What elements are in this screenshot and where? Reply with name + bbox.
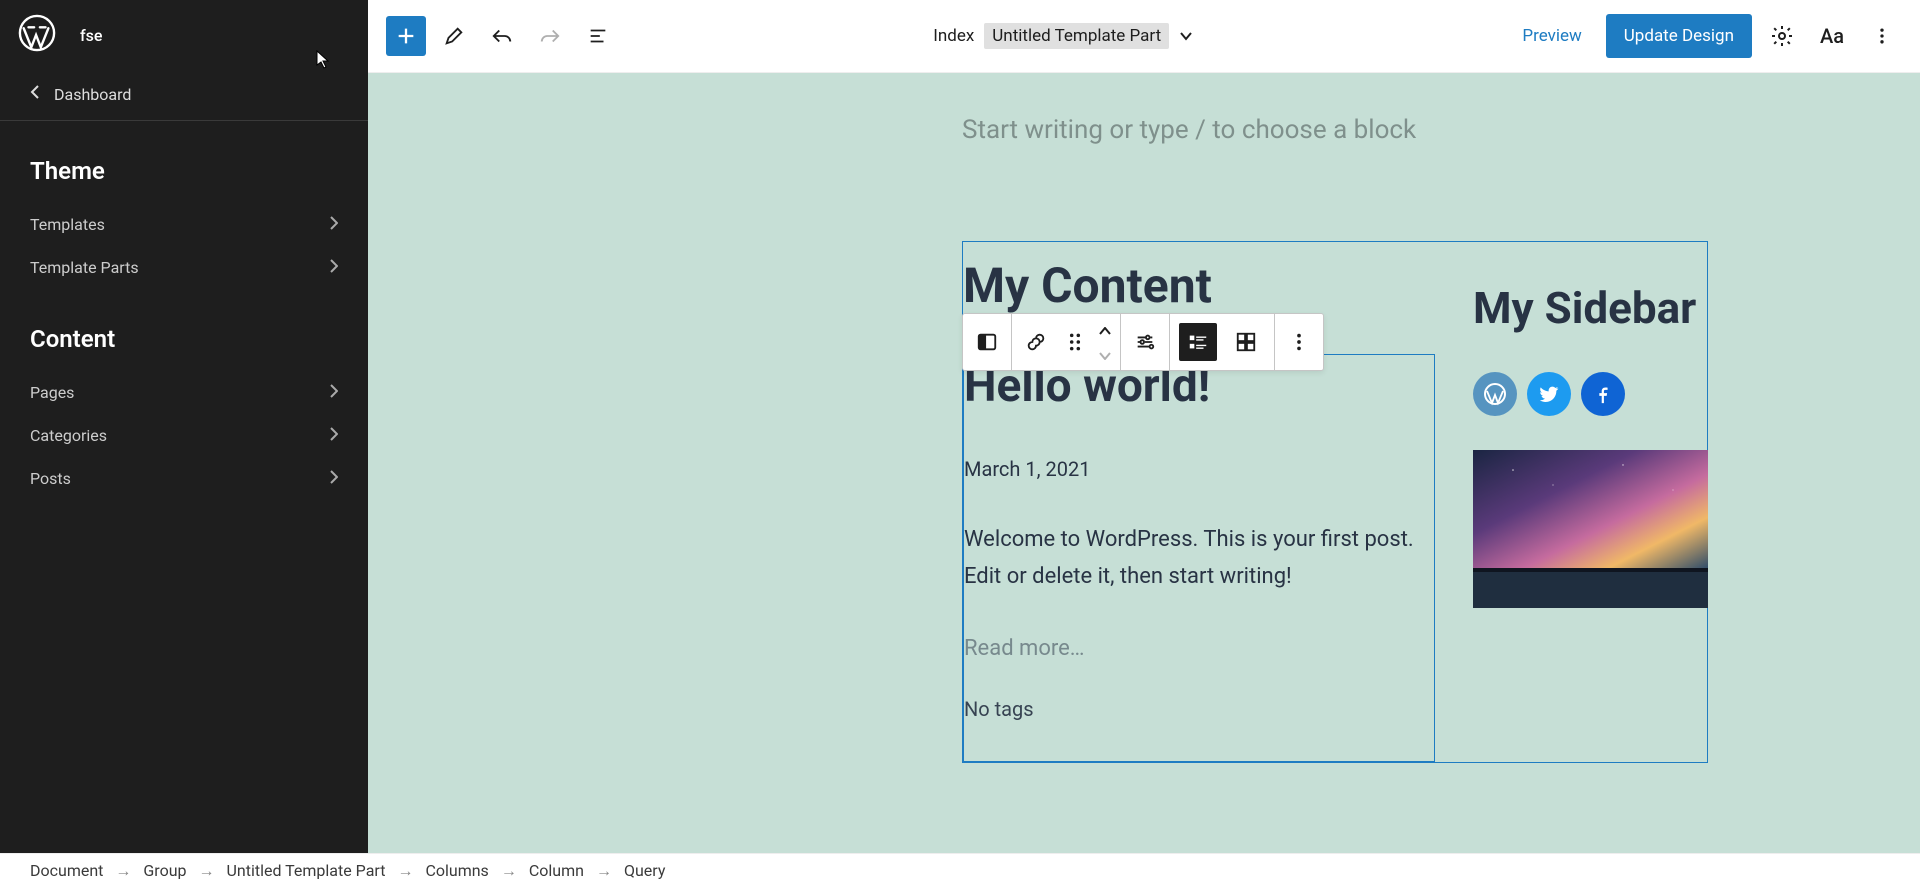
breadcrumb-item[interactable]: Document xyxy=(30,861,103,880)
editor-canvas[interactable]: Start writing or type / to choose a bloc… xyxy=(368,73,1920,853)
sidebar-item-templates[interactable]: Templates xyxy=(0,203,368,246)
styles-button[interactable]: Aa xyxy=(1812,16,1852,56)
sidebar-item-label: Templates xyxy=(30,215,105,234)
preview-button[interactable]: Preview xyxy=(1508,16,1595,56)
chevron-right-icon xyxy=(330,383,338,402)
sidebar-item-template-parts[interactable]: Template Parts xyxy=(0,246,368,289)
sidebar-image[interactable] xyxy=(1473,450,1708,608)
sidebar-header: fse xyxy=(0,0,368,70)
template-part-chip: Untitled Template Part xyxy=(984,23,1169,49)
navigation-sidebar: fse Dashboard Theme Templates Template P… xyxy=(0,0,368,853)
breadcrumb-item[interactable]: Query xyxy=(624,861,665,880)
block-type-button[interactable] xyxy=(963,314,1011,370)
social-links xyxy=(1473,372,1708,416)
add-block-button[interactable] xyxy=(386,16,426,56)
list-view-button[interactable] xyxy=(1179,323,1217,361)
sidebar-item-label: Pages xyxy=(30,383,74,402)
breadcrumb-item[interactable]: Untitled Template Part xyxy=(227,861,386,880)
section-title-content: Content xyxy=(0,289,368,371)
twitter-social-icon[interactable] xyxy=(1527,372,1571,416)
chevron-right-icon xyxy=(330,426,338,445)
move-up-button[interactable] xyxy=(1099,320,1111,339)
grid-view-button[interactable] xyxy=(1222,314,1270,370)
sidebar-item-pages[interactable]: Pages xyxy=(0,371,368,414)
document-title-area[interactable]: Index Untitled Template Part xyxy=(618,23,1508,49)
chevron-left-icon xyxy=(30,84,40,104)
sidebar-item-categories[interactable]: Categories xyxy=(0,414,368,457)
post-tags: No tags xyxy=(964,661,1434,721)
undo-button[interactable] xyxy=(482,16,522,56)
more-options-button[interactable] xyxy=(1862,16,1902,56)
query-source-button[interactable] xyxy=(1012,314,1060,370)
move-buttons xyxy=(1090,314,1120,370)
display-settings-button[interactable] xyxy=(1121,314,1169,370)
update-design-button[interactable]: Update Design xyxy=(1606,14,1752,58)
read-more-link[interactable]: Read more… xyxy=(964,596,1434,661)
block-toolbar xyxy=(962,313,1324,371)
sidebar-column[interactable]: My Sidebar xyxy=(1473,281,1708,608)
post-date[interactable]: March 1, 2021 xyxy=(964,413,1434,481)
sidebar-item-label: Categories xyxy=(30,426,107,445)
wordpress-social-icon[interactable] xyxy=(1473,372,1517,416)
move-down-button[interactable] xyxy=(1099,345,1111,364)
chevron-right-icon xyxy=(330,215,338,234)
document-outline-button[interactable] xyxy=(578,16,618,56)
post-excerpt[interactable]: Welcome to WordPress. This is your first… xyxy=(964,481,1434,596)
sidebar-item-label: Posts xyxy=(30,469,71,488)
section-title-theme: Theme xyxy=(0,121,368,203)
redo-button[interactable] xyxy=(530,16,570,56)
mouse-cursor-icon xyxy=(316,50,330,74)
drag-handle[interactable] xyxy=(1060,314,1090,370)
sidebar-item-label: Template Parts xyxy=(30,258,139,277)
sidebar-heading[interactable]: My Sidebar xyxy=(1473,281,1708,336)
site-name: fse xyxy=(80,26,102,45)
query-post-block[interactable]: Hello world! March 1, 2021 Welcome to Wo… xyxy=(963,354,1435,762)
editor-toolbar: Index Untitled Template Part Preview Upd… xyxy=(368,0,1920,73)
block-placeholder[interactable]: Start writing or type / to choose a bloc… xyxy=(368,73,1920,145)
chevron-down-icon xyxy=(1179,26,1193,46)
breadcrumb-item[interactable]: Columns xyxy=(425,861,488,880)
breadcrumb-item[interactable]: Column xyxy=(529,861,584,880)
chevron-right-icon xyxy=(330,258,338,277)
block-breadcrumb: Document→ Group→ Untitled Template Part→… xyxy=(0,853,1920,887)
back-to-dashboard[interactable]: Dashboard xyxy=(0,70,368,121)
back-label: Dashboard xyxy=(54,85,131,104)
chevron-right-icon xyxy=(330,469,338,488)
breadcrumb-item[interactable]: Group xyxy=(143,861,186,880)
wordpress-logo-icon[interactable] xyxy=(18,14,56,56)
settings-button[interactable] xyxy=(1762,16,1802,56)
context-label: Index xyxy=(933,26,974,46)
facebook-social-icon[interactable] xyxy=(1581,372,1625,416)
sidebar-item-posts[interactable]: Posts xyxy=(0,457,368,500)
edit-button[interactable] xyxy=(434,16,474,56)
block-more-options-button[interactable] xyxy=(1275,314,1323,370)
